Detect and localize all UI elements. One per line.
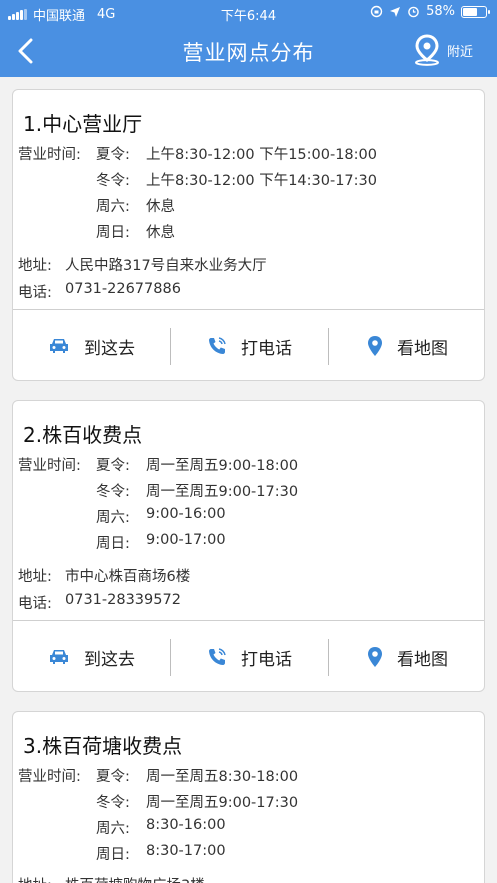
battery-percent: 58% [426,4,455,19]
hours-value: 周一至周五9:00-17:30 [146,795,299,811]
season-label: 夏令: [96,769,130,785]
hours-value: 8:30-17:00 [146,843,226,859]
header-bar: 中国联通 4G 下午6:44 58% 营业网点分布 附近 [0,0,497,77]
view-map-label: 看地图 [397,338,448,359]
season-label: 夏令: [96,458,130,474]
action-bar: 到这去 打电话 看地图 [13,310,484,382]
address-value: 人民中路317号自来水业务大厅 [65,258,267,274]
location-arrow-icon [390,6,401,17]
nearby-label: 附近 [446,44,473,60]
address-value: 株百荷塘购物广场3楼 [65,874,205,883]
season-label: 周日: [96,225,130,241]
hours-value: 周一至周五9:00-17:30 [146,484,299,500]
season-label: 周日: [96,847,130,863]
nearby-button[interactable]: 附近 [413,34,473,66]
branch-card: 2.株百收费点 营业时间: 夏令: 周一至周五9:00-18:00 冬令: 周一… [12,400,485,692]
branch-card: 3.株百荷塘收费点 营业时间: 夏令: 周一至周五8:30-18:00 冬令: … [12,711,485,883]
hours-value: 休息 [146,199,175,215]
season-label: 冬令: [96,484,130,500]
hours-value: 8:30-16:00 [146,817,226,833]
season-label: 周六: [96,821,130,837]
season-label: 冬令: [96,173,130,189]
phone-icon [209,337,226,354]
nav-bar: 营业网点分布 附近 [0,26,497,77]
map-pin-icon [368,336,382,356]
car-icon [50,339,68,353]
call-label: 打电话 [241,649,292,670]
go-here-label: 到这去 [84,338,135,359]
hours-label: 营业时间: [18,769,81,785]
hours-value: 休息 [146,225,175,241]
hours-value: 周一至周五8:30-18:00 [146,769,299,785]
branch-card: 1.中心营业厅 营业时间: 夏令: 上午8:30-12:00 下午15:00-1… [12,89,485,381]
battery-icon [461,5,490,18]
address-label: 地址: [18,569,52,585]
location-pin-icon [414,34,439,66]
phone-value: 0731-28339572 [65,592,181,608]
season-label: 周日: [96,536,130,552]
season-label: 夏令: [96,147,130,163]
go-here-button[interactable]: 到这去 [13,310,170,382]
map-pin-icon [368,647,382,667]
season-label: 周六: [96,510,130,526]
call-label: 打电话 [241,338,292,359]
hours-value: 周一至周五9:00-18:00 [146,458,299,474]
hours-label: 营业时间: [18,458,81,474]
branch-name: 3.株百荷塘收费点 [23,734,183,758]
address-label: 地址: [18,258,52,274]
car-icon [50,650,68,664]
phone-label: 电话: [18,285,52,301]
action-bar: 到这去 打电话 看地图 [13,621,484,693]
hours-value: 9:00-17:00 [146,532,226,548]
hours-label: 营业时间: [18,147,81,163]
view-map-label: 看地图 [397,649,448,670]
branch-name: 1.中心营业厅 [23,112,143,136]
address-value: 市中心株百商场6楼 [65,569,191,585]
phone-value: 0731-22677886 [65,281,181,297]
status-bar: 中国联通 4G 下午6:44 58% [0,0,497,26]
phone-label: 电话: [18,596,52,612]
go-here-button[interactable]: 到这去 [13,621,170,693]
view-map-button[interactable]: 看地图 [329,621,486,693]
view-map-button[interactable]: 看地图 [329,310,486,382]
address-label: 地址: [18,874,52,883]
call-button[interactable]: 打电话 [171,621,328,693]
hours-value: 上午8:30-12:00 下午15:00-18:00 [146,147,377,163]
branch-name: 2.株百收费点 [23,423,143,447]
season-label: 冬令: [96,795,130,811]
go-here-label: 到这去 [84,649,135,670]
hours-value: 上午8:30-12:00 下午14:30-17:30 [146,173,377,189]
alarm-icon [408,6,419,18]
lock-rotation-icon [370,5,383,18]
season-label: 周六: [96,199,130,215]
phone-icon [209,648,226,665]
call-button[interactable]: 打电话 [171,310,328,382]
hours-value: 9:00-16:00 [146,506,226,522]
